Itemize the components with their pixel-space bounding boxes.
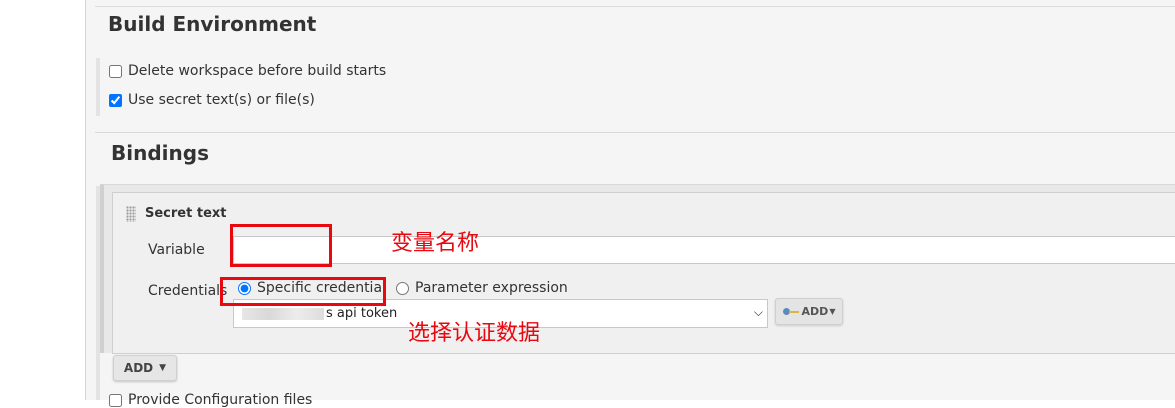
section-title-build-environment: Build Environment (108, 12, 317, 36)
add-credential-button[interactable]: ADD ▼ (775, 298, 843, 325)
add-binding-button[interactable]: ADD ▼ (113, 355, 177, 381)
drag-handle-icon[interactable] (126, 206, 136, 222)
annotation-select-credential: 选择认证数据 (408, 321, 541, 346)
delete-workspace-checkbox[interactable] (109, 64, 122, 78)
annotation-box-credential (220, 277, 386, 306)
caret-down-icon: ▼ (159, 363, 167, 373)
caret-down-icon: ▼ (829, 307, 836, 316)
parameter-expression-label: Parameter expression (415, 280, 568, 296)
section-title-bindings: Bindings (111, 141, 209, 165)
chevron-down-icon: ⌵ (753, 305, 763, 319)
parameter-expression-option[interactable]: Parameter expression (396, 280, 568, 296)
provide-config-label: Provide Configuration files (128, 392, 313, 408)
left-side-panel (0, 0, 86, 400)
variable-input[interactable] (233, 236, 1175, 264)
use-secret-checkbox[interactable] (109, 93, 122, 107)
parameter-expression-radio[interactable] (396, 281, 409, 295)
credentials-label: Credentials (148, 283, 228, 299)
key-icon (782, 307, 799, 316)
section-indent-bar (96, 58, 100, 116)
section-divider (95, 132, 1175, 133)
delete-workspace-option[interactable]: Delete workspace before build starts (109, 63, 386, 79)
delete-workspace-label: Delete workspace before build starts (128, 63, 387, 79)
redacted-text (242, 308, 324, 320)
top-section-border (95, 0, 1175, 7)
credential-select-value: s api token (326, 306, 398, 321)
use-secret-option[interactable]: Use secret text(s) or file(s) (109, 92, 315, 108)
annotation-variable-name: 变量名称 (391, 231, 480, 256)
add-credential-label: ADD (801, 305, 829, 318)
variable-label: Variable (148, 242, 205, 258)
provide-config-checkbox[interactable] (109, 393, 122, 407)
provide-config-option[interactable]: Provide Configuration files (109, 392, 312, 408)
binding-title: Secret text (145, 206, 227, 221)
secret-text-binding-panel (112, 192, 1175, 354)
annotation-box-variable (230, 224, 332, 267)
add-binding-label: ADD (123, 361, 154, 375)
bindings-indent-bar (96, 186, 100, 400)
use-secret-label: Use secret text(s) or file(s) (128, 92, 315, 108)
